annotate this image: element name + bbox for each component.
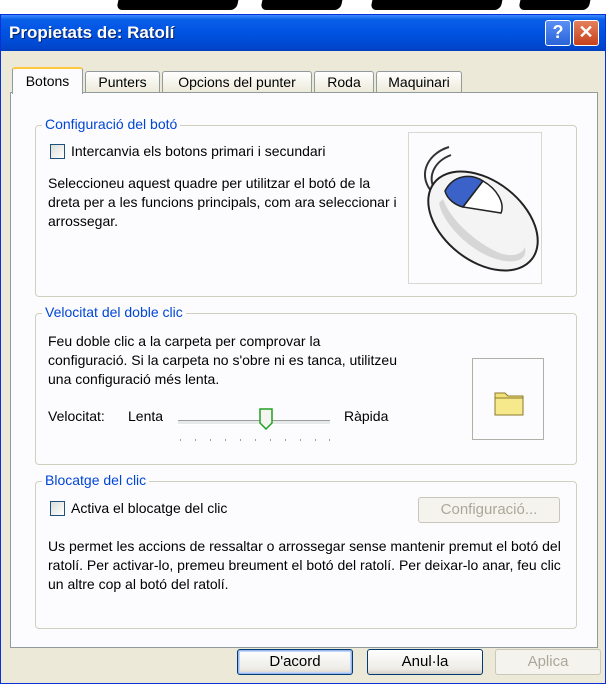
speed-slow-label: Lenta	[128, 408, 164, 424]
tab-panel-botons: Configuració del botó Intercanvia els bo…	[10, 92, 598, 648]
click-lock-group: Blocatge del clic Activa el blocatge del…	[35, 472, 577, 629]
tab-opcions-del-punter[interactable]: Opcions del punter	[162, 71, 312, 93]
speed-slider-ticks	[180, 439, 330, 441]
mouse-icon	[424, 146, 539, 272]
help-icon: ?	[552, 22, 564, 42]
help-button[interactable]: ?	[545, 20, 571, 46]
apply-button[interactable]: Aplica	[495, 649, 601, 675]
tab-roda[interactable]: Roda	[314, 71, 374, 93]
double-click-group: Velocitat del doble clic Feu doble clic …	[35, 304, 577, 465]
speed-slider-thumb[interactable]	[258, 408, 273, 431]
click-lock-checkbox[interactable]	[50, 501, 65, 516]
speed-slider-track[interactable]	[178, 420, 330, 425]
mouse-preview	[408, 132, 542, 284]
window-title: Propietats de: Ratolí	[9, 23, 175, 42]
folder-icon	[494, 392, 524, 416]
close-button[interactable]: ✕	[573, 20, 599, 46]
click-lock-legend: Blocatge del clic	[42, 472, 150, 488]
swap-buttons-label: Intercanvia els botons primari i secunda…	[71, 143, 326, 159]
click-lock-label: Activa el blocatge del clic	[71, 500, 228, 516]
swap-buttons-checkbox[interactable]	[50, 144, 65, 159]
mouse-properties-dialog: Propietats de: Ratolí ? ✕ Botons Punters…	[0, 14, 606, 684]
button-config-legend: Configuració del botó	[42, 116, 181, 132]
button-config-description: Seleccioneu aquest quadre per utilitzar …	[48, 175, 397, 229]
double-click-description: Feu doble clic a la carpeta per comprova…	[48, 333, 397, 387]
button-config-group: Configuració del botó Intercanvia els bo…	[35, 116, 577, 297]
click-lock-settings-button[interactable]: Configuració...	[418, 497, 560, 523]
ok-button[interactable]: D'acord	[237, 649, 353, 675]
double-click-legend: Velocitat del doble clic	[42, 304, 186, 320]
title-bar: Propietats de: Ratolí ? ✕	[1, 15, 605, 51]
test-folder-area[interactable]	[472, 358, 544, 440]
cancel-button[interactable]: Anul·la	[367, 649, 483, 675]
tab-botons[interactable]: Botons	[12, 67, 83, 94]
speed-fast-label: Ràpida	[344, 408, 389, 424]
close-icon: ✕	[578, 22, 594, 42]
tab-punters[interactable]: Punters	[85, 71, 160, 93]
speed-label: Velocitat:	[48, 408, 105, 424]
tab-maquinari[interactable]: Maquinari	[376, 71, 462, 93]
click-lock-description: Us permet les accions de ressaltar o arr…	[48, 538, 561, 592]
